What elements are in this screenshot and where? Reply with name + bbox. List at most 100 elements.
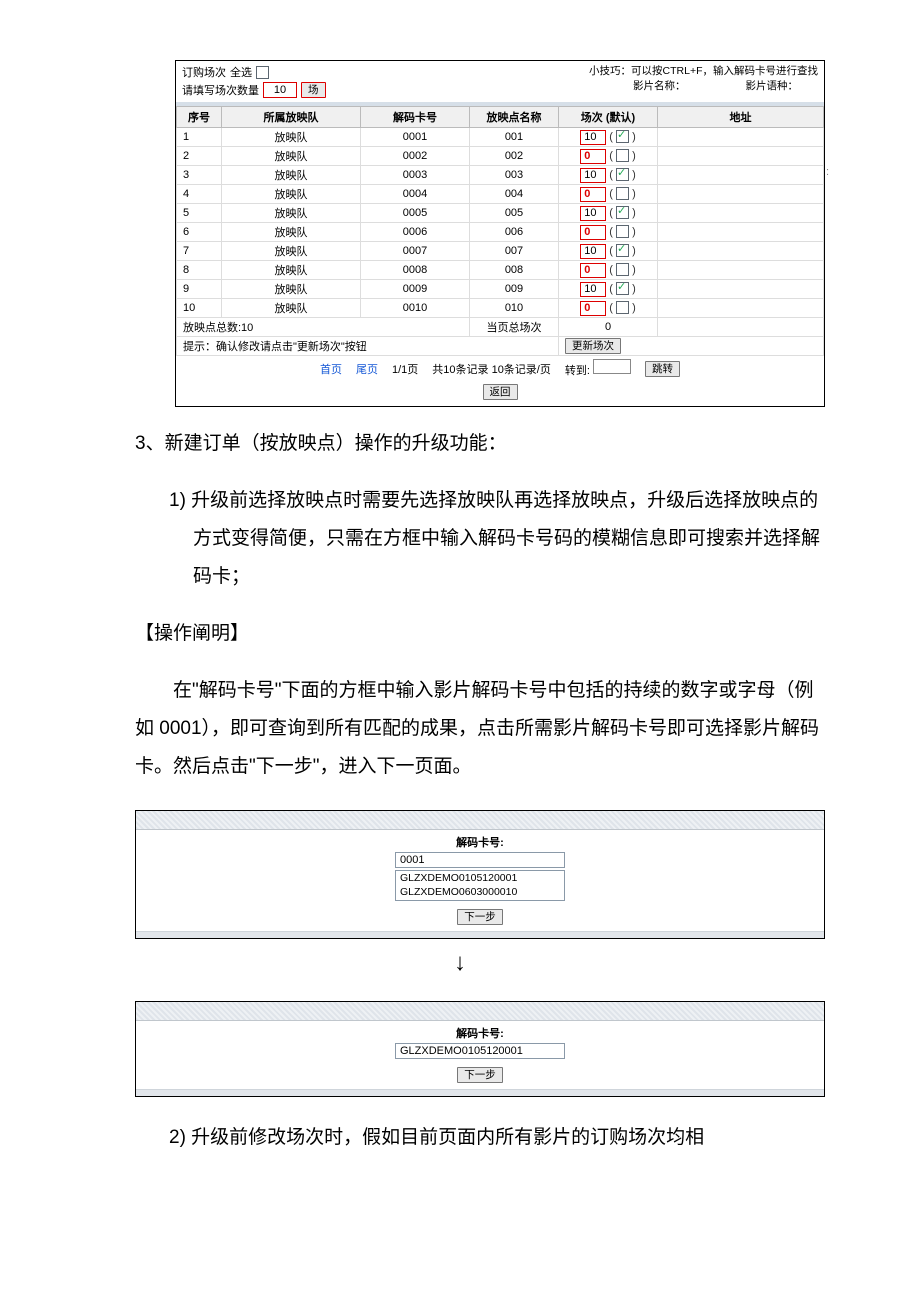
- next-button-1[interactable]: 下一步: [457, 909, 503, 925]
- col-point: 放映点名称: [470, 107, 559, 128]
- result-item[interactable]: GLZXDEMO0105120001: [400, 872, 560, 886]
- cell-card: 0004: [361, 185, 470, 204]
- cell-sessions: 0 ( ): [559, 299, 658, 318]
- cell-point: 008: [470, 261, 559, 280]
- col-team: 所属放映队: [222, 107, 361, 128]
- cell-addr: [658, 280, 824, 299]
- pager-jump-button[interactable]: 跳转: [645, 361, 680, 377]
- pager-goto-input[interactable]: [593, 359, 631, 374]
- cell-point: 010: [470, 299, 559, 318]
- cell-point: 005: [470, 204, 559, 223]
- session-value[interactable]: 0: [580, 187, 606, 202]
- cell-card: 0002: [361, 147, 470, 166]
- cell-sessions: 10 ( ): [559, 204, 658, 223]
- cell-team: 放映队: [222, 128, 361, 147]
- list-item-1: 1) 升级前选择放映点时需要先选择放映队再选择放映点，升级后选择放映点的方式变得…: [169, 482, 825, 596]
- table-row: 9放映队000900910 ( ): [177, 280, 824, 299]
- tip-text: 小技巧：可以按CTRL+F，输入解码卡号进行查找: [589, 64, 818, 79]
- next-button-2[interactable]: 下一步: [457, 1067, 503, 1083]
- row-checkbox[interactable]: [616, 130, 629, 143]
- decode-label-1: 解码卡号:: [136, 830, 824, 852]
- decode-result-list[interactable]: GLZXDEMO0105120001GLZXDEMO0603000010: [395, 870, 565, 901]
- pager-first[interactable]: 首页: [320, 361, 342, 377]
- select-all-label: 全选: [230, 64, 252, 80]
- session-value[interactable]: 0: [580, 301, 606, 316]
- cell-seq: 1: [177, 128, 222, 147]
- decode-input[interactable]: 0001: [395, 852, 565, 868]
- session-value[interactable]: 10: [580, 168, 606, 183]
- cell-point: 002: [470, 147, 559, 166]
- col-addr: 地址: [658, 107, 824, 128]
- cell-addr: [658, 185, 824, 204]
- cell-point: 004: [470, 185, 559, 204]
- movie-name-label: 影片名称：: [633, 79, 686, 94]
- cell-sessions: 10 ( ): [559, 128, 658, 147]
- cell-team: 放映队: [222, 280, 361, 299]
- session-value[interactable]: 10: [580, 130, 606, 145]
- cell-point: 006: [470, 223, 559, 242]
- sessions-table: 序号 所属放映队 解码卡号 放映点名称 场次 (默认) 地址 1放映队00010…: [176, 106, 824, 356]
- result-item[interactable]: GLZXDEMO0603000010: [400, 886, 560, 900]
- pager-goto-label: 转到:: [565, 365, 590, 377]
- pager-last[interactable]: 尾页: [356, 361, 378, 377]
- cell-team: 放映队: [222, 242, 361, 261]
- table-row: 4放映队00040040 ( ): [177, 185, 824, 204]
- table-row: 6放映队00060060 ( ): [177, 223, 824, 242]
- cell-addr: [658, 299, 824, 318]
- cell-point: 007: [470, 242, 559, 261]
- sessions-panel: 订购场次 全选 请填写场次数量 10 场 小技巧：可以按CTRL+F，输入解码卡…: [175, 60, 825, 407]
- session-value[interactable]: 10: [580, 206, 606, 221]
- select-all-checkbox[interactable]: [256, 66, 269, 79]
- session-value[interactable]: 0: [580, 149, 606, 164]
- order-label: 订购场次: [182, 64, 226, 80]
- cell-seq: 5: [177, 204, 222, 223]
- decode-search-panel: 解码卡号: 0001 GLZXDEMO0105120001GLZXDEMO060…: [135, 810, 825, 939]
- cell-addr: [658, 261, 824, 280]
- row-checkbox[interactable]: [616, 206, 629, 219]
- session-value[interactable]: 0: [580, 225, 606, 240]
- table-row: 10放映队00100100 ( ): [177, 299, 824, 318]
- cell-team: 放映队: [222, 147, 361, 166]
- list-item-2: 2) 升级前修改场次时，假如目前页面内所有影片的订购场次均相: [169, 1119, 825, 1157]
- row-checkbox[interactable]: [616, 282, 629, 295]
- cell-team: 放映队: [222, 166, 361, 185]
- row-checkbox[interactable]: [616, 149, 629, 162]
- cell-point: 009: [470, 280, 559, 299]
- cell-sessions: 10 ( ): [559, 280, 658, 299]
- session-value[interactable]: 10: [580, 282, 606, 297]
- row-checkbox[interactable]: [616, 225, 629, 238]
- cell-team: 放映队: [222, 299, 361, 318]
- row-checkbox[interactable]: [616, 244, 629, 257]
- cell-seq: 6: [177, 223, 222, 242]
- cell-team: 放映队: [222, 204, 361, 223]
- update-sessions-button[interactable]: 更新场次: [565, 338, 621, 354]
- table-row: 1放映队000100110 ( ): [177, 128, 824, 147]
- hint-text: 提示：确认修改请点击"更新场次"按钮: [177, 337, 559, 356]
- decode-input-selected[interactable]: GLZXDEMO0105120001: [395, 1043, 565, 1059]
- session-value[interactable]: 10: [580, 244, 606, 259]
- qty-input[interactable]: 10: [263, 82, 297, 98]
- page-sessions-label: 当页总场次: [470, 318, 559, 337]
- col-seq: 序号: [177, 107, 222, 128]
- pager-page: 1/1页: [392, 361, 418, 377]
- page-sessions-value: 0: [559, 318, 658, 337]
- table-row: 8放映队00080080 ( ): [177, 261, 824, 280]
- cell-addr: [658, 166, 824, 185]
- row-checkbox[interactable]: [616, 168, 629, 181]
- cell-addr: [658, 242, 824, 261]
- document-text-2: 2) 升级前修改场次时，假如目前页面内所有影片的订购场次均相: [135, 1119, 825, 1157]
- cell-card: 0009: [361, 280, 470, 299]
- back-button[interactable]: 返回: [483, 384, 518, 400]
- cell-addr: [658, 147, 824, 166]
- row-checkbox[interactable]: [616, 263, 629, 276]
- cell-sessions: 0 ( ): [559, 223, 658, 242]
- cell-card: 0006: [361, 223, 470, 242]
- cell-sessions: 10 ( ): [559, 242, 658, 261]
- cell-sessions: 10 ( ): [559, 166, 658, 185]
- session-value[interactable]: 0: [580, 263, 606, 278]
- operation-para: 在"解码卡号"下面的方框中输入影片解码卡号中包括的持续的数字或字母（例如 000…: [135, 672, 825, 786]
- table-row: 5放映队000500510 ( ): [177, 204, 824, 223]
- row-checkbox[interactable]: [616, 187, 629, 200]
- qty-unit-button[interactable]: 场: [301, 82, 326, 98]
- row-checkbox[interactable]: [616, 301, 629, 314]
